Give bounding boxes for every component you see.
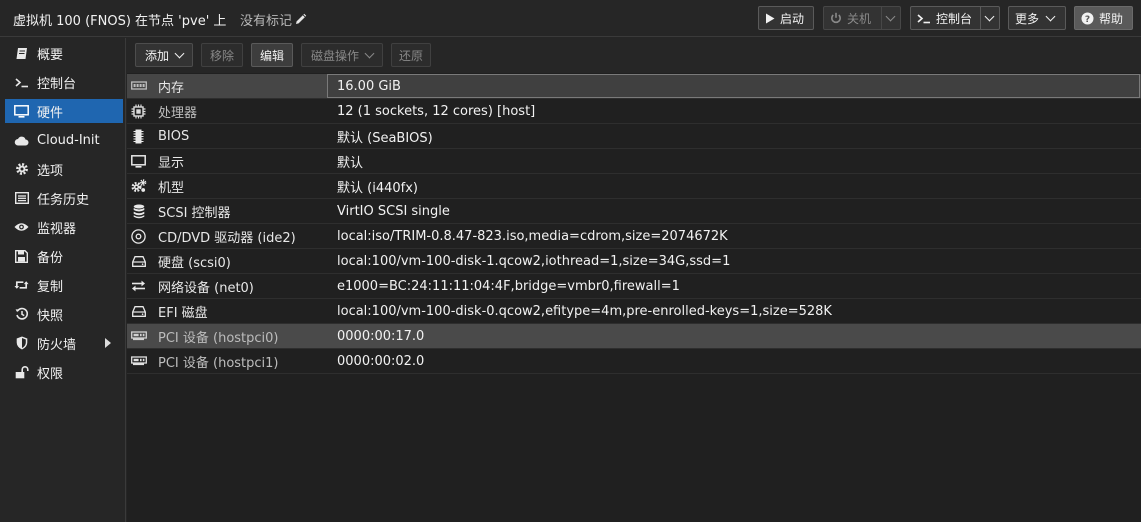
exchange-icon [130, 278, 147, 295]
pci-icon [130, 328, 147, 345]
hardware-row-bios[interactable]: BIOS 默认 (SeaBIOS) [127, 124, 1141, 149]
chevron-down-icon [885, 11, 896, 21]
shutdown-menu-button[interactable] [880, 7, 900, 29]
cdrom-icon [130, 228, 147, 245]
floppy-icon [14, 249, 29, 264]
hardware-row-hard-disk[interactable]: 硬盘 (scsi0) local:100/vm-100-disk-1.qcow2… [127, 249, 1141, 274]
shutdown-button[interactable]: 关机 [823, 6, 901, 30]
book-icon [14, 46, 29, 61]
terminal-icon [14, 75, 29, 90]
chevron-down-icon [364, 48, 375, 58]
hardware-toolbar: 添加 移除 编辑 磁盘操作 还原 [127, 38, 1141, 72]
microchip-icon [130, 128, 147, 145]
memory-icon [130, 78, 147, 95]
play-icon [765, 13, 775, 24]
disk-action-button[interactable]: 磁盘操作 [301, 43, 383, 67]
unlock-icon [14, 365, 29, 380]
list-icon [14, 191, 29, 206]
hardware-row-efi-disk[interactable]: EFI 磁盘 local:100/vm-100-disk-0.qcow2,efi… [127, 299, 1141, 324]
sidebar-item-firewall[interactable]: 防火墙 [5, 331, 123, 355]
edit-button[interactable]: 编辑 [251, 43, 293, 67]
hardware-row-cdrom[interactable]: CD/DVD 驱动器 (ide2) local:iso/TRIM-0.8.47-… [127, 224, 1141, 249]
gear-icon [14, 162, 29, 177]
hdd-icon [130, 303, 147, 320]
sidebar-item-task-history[interactable]: 任务历史 [5, 186, 123, 210]
console-button[interactable]: 控制台 [910, 6, 1000, 30]
desktop-icon [130, 153, 147, 170]
add-button[interactable]: 添加 [135, 43, 193, 67]
hardware-row-display[interactable]: 显示 默认 [127, 149, 1141, 174]
shield-icon [14, 336, 29, 351]
cloud-icon [14, 133, 29, 148]
pencil-icon[interactable] [294, 13, 307, 26]
chevron-down-icon [174, 48, 185, 58]
cogs-icon [130, 178, 147, 195]
tags-area[interactable]: 没有标记 [240, 10, 307, 29]
console-menu-button[interactable] [979, 7, 1000, 29]
sidebar: 概要 控制台 硬件 Cloud-Init 选项 任务历史 监视器 备份 复制 快… [0, 38, 126, 522]
sidebar-item-options[interactable]: 选项 [5, 157, 123, 181]
sidebar-item-permissions[interactable]: 权限 [5, 360, 123, 384]
hardware-row-memory[interactable]: 内存 16.00 GiB [127, 74, 1141, 99]
pci-icon [130, 353, 147, 370]
database-icon [130, 203, 147, 220]
revert-button[interactable]: 还原 [391, 43, 431, 67]
more-button[interactable]: 更多 [1008, 6, 1066, 30]
question-circle-icon: ? [1081, 12, 1094, 25]
hdd-icon [130, 253, 147, 270]
desktop-icon [14, 104, 29, 119]
header-bar: 虚拟机 100 (FNOS) 在节点 'pve' 上 没有标记 启动 关机 控制… [0, 0, 1141, 37]
sidebar-item-backup[interactable]: 备份 [5, 244, 123, 268]
hardware-row-pci-hostpci1[interactable]: PCI 设备 (hostpci1) 0000:00:02.0 [127, 349, 1141, 374]
hardware-row-processor[interactable]: 处理器 12 (1 sockets, 12 cores) [host] [127, 99, 1141, 124]
sidebar-item-snapshots[interactable]: 快照 [5, 302, 123, 326]
eye-icon [14, 220, 29, 235]
chevron-down-icon [1045, 11, 1056, 21]
hardware-row-network[interactable]: 网络设备 (net0) e1000=BC:24:11:11:04:4F,brid… [127, 274, 1141, 299]
retweet-icon [14, 278, 29, 293]
terminal-icon [917, 13, 931, 24]
remove-button[interactable]: 移除 [201, 43, 243, 67]
power-icon [830, 12, 842, 24]
sidebar-item-replication[interactable]: 复制 [5, 273, 123, 297]
sidebar-item-summary[interactable]: 概要 [5, 41, 123, 65]
hardware-row-scsi-controller[interactable]: SCSI 控制器 VirtIO SCSI single [127, 199, 1141, 224]
hardware-grid: 内存 16.00 GiB 处理器 12 (1 sockets, 12 cores… [127, 73, 1141, 522]
hardware-row-machine[interactable]: 机型 默认 (i440fx) [127, 174, 1141, 199]
sidebar-item-monitor[interactable]: 监视器 [5, 215, 123, 239]
chevron-right-icon[interactable] [105, 338, 111, 348]
page-title: 虚拟机 100 (FNOS) 在节点 'pve' 上 [13, 14, 227, 29]
chevron-down-icon [984, 11, 995, 21]
sidebar-item-hardware[interactable]: 硬件 [5, 99, 123, 123]
cpu-icon [130, 103, 147, 120]
history-icon [14, 307, 29, 322]
sidebar-item-console[interactable]: 控制台 [5, 70, 123, 94]
svg-text:?: ? [1085, 15, 1090, 25]
no-tags-label: 没有标记 [240, 14, 293, 29]
help-button[interactable]: ? 帮助 [1074, 6, 1133, 30]
sidebar-item-cloud-init[interactable]: Cloud-Init [5, 128, 123, 152]
hardware-row-pci-hostpci0[interactable]: PCI 设备 (hostpci0) 0000:00:17.0 [127, 324, 1141, 349]
start-button[interactable]: 启动 [758, 6, 814, 30]
